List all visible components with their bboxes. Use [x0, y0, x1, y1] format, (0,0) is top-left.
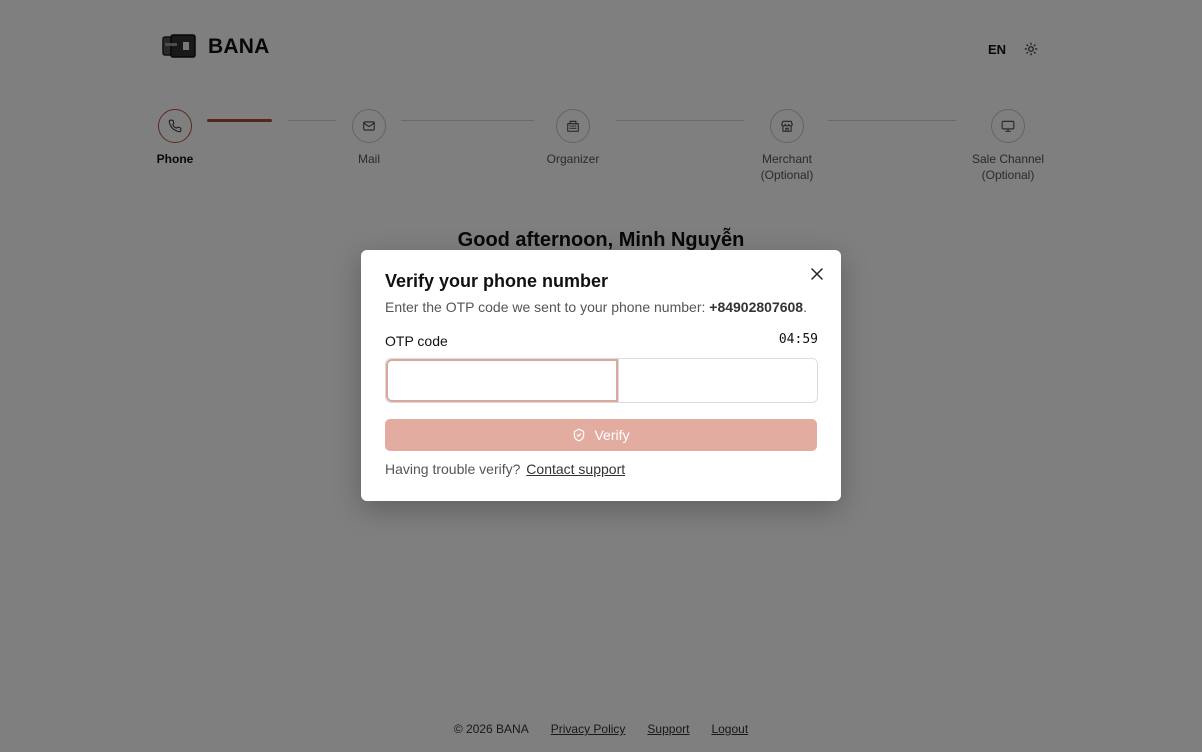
verify-button[interactable]: Verify: [385, 419, 817, 451]
description-suffix: .: [803, 299, 807, 315]
phone-number: +84902807608: [709, 299, 804, 315]
onboarding-page: BANA EN Phone: [0, 0, 1202, 752]
otp-input-group: [385, 358, 818, 403]
otp-label: OTP code: [385, 333, 448, 349]
verify-button-label: Verify: [594, 427, 630, 443]
dialog-title: Verify your phone number: [385, 271, 609, 291]
close-icon[interactable]: [809, 266, 825, 282]
trouble-text: Having trouble verify? Contact support: [385, 461, 625, 477]
contact-support-link[interactable]: Contact support: [526, 461, 625, 477]
trouble-label: Having trouble verify?: [385, 461, 521, 477]
description-text: Enter the OTP code we sent to your phone…: [385, 299, 710, 315]
shield-check-icon: [574, 428, 585, 442]
otp-digit-1[interactable]: [386, 359, 619, 402]
otp-digit-2[interactable]: [619, 359, 817, 402]
otp-timer: 04:59: [778, 332, 818, 347]
dialog-description: Enter the OTP code we sent to your phone…: [385, 299, 807, 315]
verify-phone-dialog: Verify your phone number Enter the OTP c…: [361, 250, 841, 501]
